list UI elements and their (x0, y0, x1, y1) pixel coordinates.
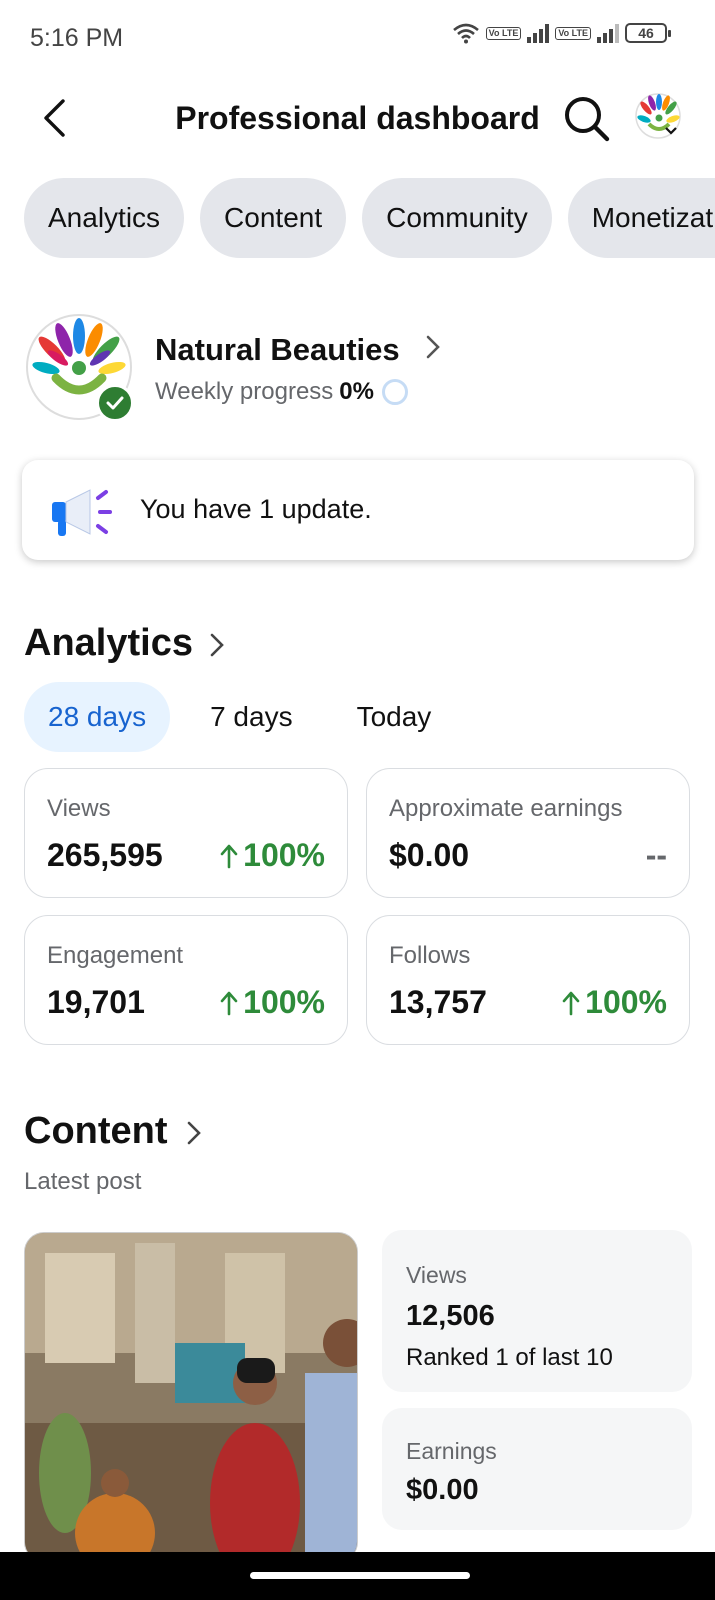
latest-post-label: Latest post (24, 1168, 142, 1195)
update-banner[interactable]: You have 1 update. (22, 460, 694, 560)
page-name[interactable]: Natural Beauties (155, 332, 400, 368)
volte-badge-sim1: Vo LTE (485, 26, 522, 40)
post-earnings-value: $0.00 (406, 1474, 479, 1506)
analytics-chevron-right-icon[interactable] (209, 632, 225, 658)
avatar (635, 93, 681, 139)
signal-sim2-icon (597, 23, 619, 43)
wifi-icon (452, 23, 479, 44)
progress-ring-icon (381, 379, 408, 405)
content-chevron-right-icon[interactable] (186, 1120, 202, 1146)
metric-change-value: 100% (585, 984, 667, 1020)
arrow-up-icon (220, 844, 238, 868)
post-thumbnail-image (25, 1233, 357, 1561)
search-icon (565, 97, 610, 142)
range-7-days[interactable]: 7 days (186, 682, 317, 752)
metric-label: Views (47, 795, 111, 822)
post-views-label: Views (406, 1262, 467, 1288)
metric-label: Engagement (47, 942, 184, 969)
profile-switcher-button[interactable] (634, 92, 686, 144)
metric-change-value: 100% (243, 984, 325, 1020)
metric-label: Approximate earnings (389, 795, 623, 822)
verified-badge (96, 384, 134, 422)
range-today[interactable]: Today (333, 682, 456, 752)
metric-change-value: 100% (243, 837, 325, 873)
tab-content[interactable]: Content (200, 178, 347, 258)
content-title[interactable]: Content (24, 1110, 168, 1153)
weekly-progress: Weekly progress 0% (155, 378, 408, 406)
weekly-progress-value: 0% (339, 378, 374, 405)
status-bar: 5:16 PM Vo LTE Vo LTE 46 (0, 0, 715, 80)
tab-community[interactable]: Community (362, 178, 552, 258)
professional-dashboard-screen: 5:16 PM Vo LTE Vo LTE 46 Professional da… (0, 0, 715, 1600)
date-range-tabs: 28 days 7 days Today (24, 682, 471, 752)
metric-change: 100% (219, 837, 325, 874)
metric-value: 265,595 (47, 837, 163, 873)
metric-label: Follows (389, 942, 471, 969)
update-text: You have 1 update. (140, 494, 372, 524)
header: Professional dashboard (0, 80, 715, 160)
metric-card-views[interactable]: Views 265,595 100% (24, 768, 348, 898)
checkmark-icon (106, 396, 124, 410)
metric-value: 13,757 (389, 984, 487, 1020)
chevron-right-icon (426, 335, 440, 359)
status-icons: Vo LTE Vo LTE 46 (452, 22, 671, 44)
analytics-title[interactable]: Analytics (24, 622, 193, 665)
post-earnings-label: Earnings (406, 1438, 497, 1464)
metric-value: 19,701 (47, 984, 145, 1020)
post-views-rank: Ranked 1 of last 10 (406, 1344, 613, 1371)
weekly-progress-label: Weekly progress (155, 378, 334, 405)
metric-change: -- (646, 837, 667, 874)
megaphone-icon (52, 489, 112, 536)
status-time: 5:16 PM (30, 24, 124, 52)
range-28-days[interactable]: 28 days (24, 682, 171, 752)
metric-card-follows[interactable]: Follows 13,757 100% (366, 915, 690, 1045)
metric-change: 100% (561, 984, 667, 1021)
metric-change-value: -- (645, 837, 667, 873)
metric-card-engagement[interactable]: Engagement 19,701 100% (24, 915, 348, 1045)
signal-sim1-icon (527, 23, 550, 43)
metric-card-earnings[interactable]: Approximate earnings $0.00 -- (366, 768, 690, 898)
latest-post-earnings-card[interactable]: Earnings $0.00 (382, 1408, 692, 1530)
search-button[interactable] (562, 94, 612, 144)
metric-change: 100% (219, 984, 325, 1021)
latest-post-views-card[interactable]: Views 12,506 Ranked 1 of last 10 (382, 1230, 692, 1392)
metric-value: $0.00 (389, 837, 470, 873)
system-nav-bar (0, 1552, 715, 1600)
tab-monetization[interactable]: Monetization (567, 178, 715, 258)
arrow-up-icon (220, 991, 238, 1015)
chevron-down-icon (665, 127, 677, 135)
volte-badge-sim2: Vo LTE (555, 26, 591, 40)
post-views-value: 12,506 (406, 1300, 495, 1332)
latest-post-thumbnail[interactable] (24, 1232, 358, 1562)
battery-icon: 46 (625, 23, 671, 43)
dashboard-tabs: Analytics Content Community Monetization (24, 178, 715, 258)
arrow-up-icon (562, 991, 580, 1015)
page-profile-row[interactable]: Natural Beauties Weekly progress 0% (0, 312, 715, 422)
home-gesture-pill[interactable] (250, 1572, 470, 1579)
tab-analytics[interactable]: Analytics (24, 178, 185, 258)
